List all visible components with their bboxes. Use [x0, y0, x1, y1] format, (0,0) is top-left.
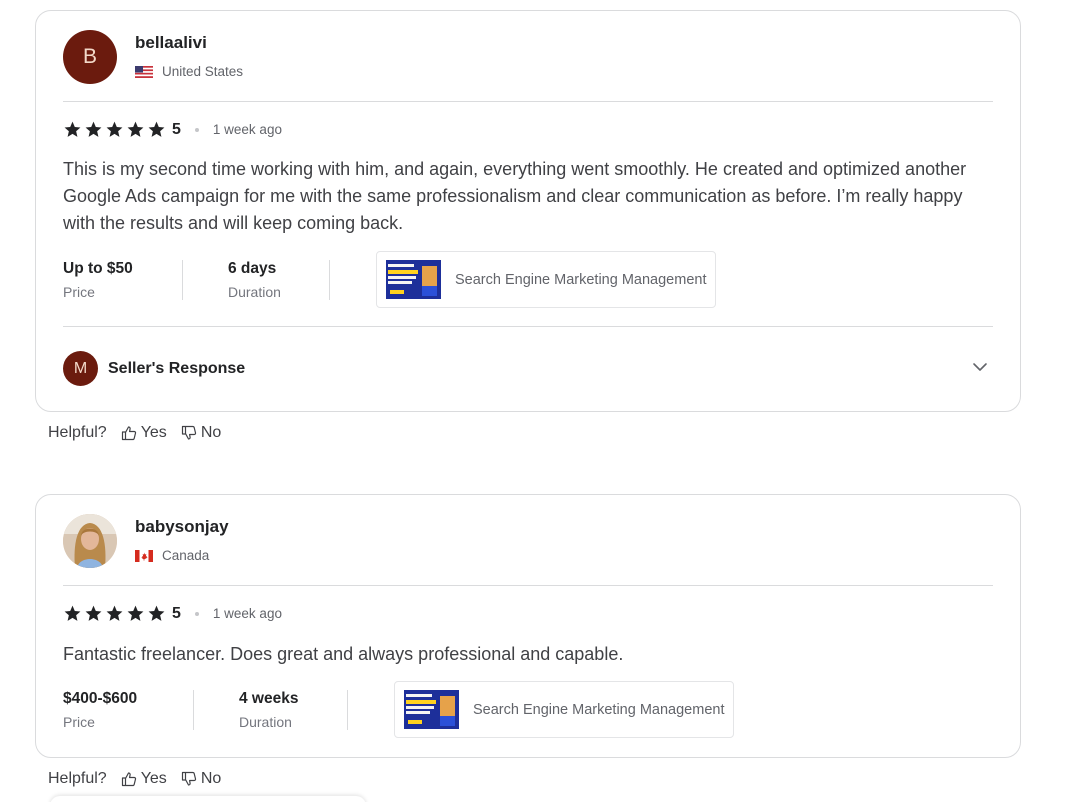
star-icon	[64, 605, 81, 621]
price-label: Price	[63, 283, 95, 300]
star-icon	[85, 605, 102, 621]
duration-info: 4 weeks Duration	[194, 690, 347, 730]
star-icon	[64, 121, 81, 137]
seller-response-label: Seller's Response	[108, 359, 246, 377]
helpful-row: Helpful? Yes No	[48, 770, 235, 788]
reviewer-country: Canada	[135, 548, 209, 563]
star-icon	[106, 605, 123, 621]
gig-thumbnail	[386, 260, 441, 299]
seller-avatar: M	[63, 351, 98, 386]
gig-title: Search Engine Marketing Management	[473, 701, 725, 718]
star-icon	[148, 121, 165, 137]
helpful-label: Helpful?	[48, 424, 107, 441]
divider	[63, 326, 993, 327]
duration-label: Duration	[239, 713, 292, 730]
star-rating	[63, 120, 166, 139]
duration-value: 6 days	[228, 259, 277, 277]
helpful-no-button[interactable]: No	[181, 424, 221, 442]
meta-divider	[329, 259, 330, 300]
country-name: Canada	[162, 548, 210, 563]
us-flag-icon	[135, 65, 153, 78]
rating-row: 5 1 week ago	[63, 604, 282, 623]
helpful-no-label: No	[200, 770, 222, 787]
star-rating	[63, 604, 166, 623]
star-icon	[85, 121, 102, 137]
rating-value: 5	[172, 120, 181, 138]
helpful-label: Helpful?	[48, 770, 107, 787]
reviewer-username[interactable]: babysonjay	[135, 517, 229, 537]
rating-row: 5 1 week ago	[63, 120, 282, 139]
divider	[63, 101, 993, 102]
gig-thumbnail	[404, 690, 459, 729]
price-info: Up to $50 Price	[63, 260, 182, 300]
duration-label: Duration	[228, 283, 281, 300]
review-time: 1 week ago	[212, 606, 282, 621]
gig-link[interactable]: Search Engine Marketing Management	[394, 681, 735, 738]
duration-info: 6 days Duration	[183, 260, 329, 300]
review-text: This is my second time working with him,…	[63, 159, 967, 233]
price-value: Up to $50	[63, 259, 133, 277]
helpful-yes-button[interactable]: Yes	[121, 424, 167, 442]
review-meta: Up to $50 Price 6 days Duration Search E…	[63, 251, 717, 308]
review-time: 1 week ago	[212, 122, 282, 137]
star-icon	[106, 121, 123, 137]
canada-flag-icon	[135, 549, 153, 562]
next-section-edge	[50, 796, 366, 802]
separator-dot	[194, 127, 199, 132]
country-name: United States	[162, 64, 244, 79]
review-text: Fantastic freelancer. Does great and alw…	[63, 644, 624, 664]
helpful-no-button[interactable]: No	[181, 770, 221, 788]
separator-dot	[194, 611, 199, 616]
star-icon	[127, 605, 144, 621]
chevron-down-icon[interactable]	[972, 359, 988, 375]
profile-photo-icon	[63, 514, 117, 568]
star-icon	[127, 121, 144, 137]
gig-title: Search Engine Marketing Management	[455, 271, 707, 288]
helpful-row: Helpful? Yes No	[48, 424, 235, 442]
avatar[interactable]	[63, 514, 117, 568]
price-info: $400-$600 Price	[63, 690, 193, 730]
helpful-yes-label: Yes	[140, 770, 167, 787]
gig-link[interactable]: Search Engine Marketing Management	[376, 251, 717, 308]
review-card: babysonjay Canada 5 1 week ago Fantastic…	[35, 494, 1021, 758]
meta-divider	[347, 689, 348, 730]
price-label: Price	[63, 713, 95, 730]
star-icon	[148, 605, 165, 621]
divider	[63, 585, 993, 586]
review-meta: $400-$600 Price 4 weeks Duration Search …	[63, 681, 735, 738]
avatar[interactable]: B	[63, 30, 117, 84]
thumbs-up-icon	[121, 426, 136, 441]
helpful-yes-label: Yes	[140, 424, 167, 441]
helpful-yes-button[interactable]: Yes	[121, 770, 167, 788]
thumbs-down-icon	[181, 771, 196, 786]
helpful-no-label: No	[200, 424, 222, 441]
seller-response-toggle[interactable]: M Seller's Response	[63, 351, 245, 386]
rating-value: 5	[172, 604, 181, 622]
reviewer-username[interactable]: bellaalivi	[135, 33, 207, 53]
review-card: B bellaalivi United States 5 1 week ago …	[35, 10, 1021, 412]
reviewer-country: United States	[135, 64, 243, 79]
thumbs-down-icon	[181, 425, 196, 440]
duration-value: 4 weeks	[239, 689, 299, 707]
thumbs-up-icon	[121, 772, 136, 787]
price-value: $400-$600	[63, 689, 138, 707]
